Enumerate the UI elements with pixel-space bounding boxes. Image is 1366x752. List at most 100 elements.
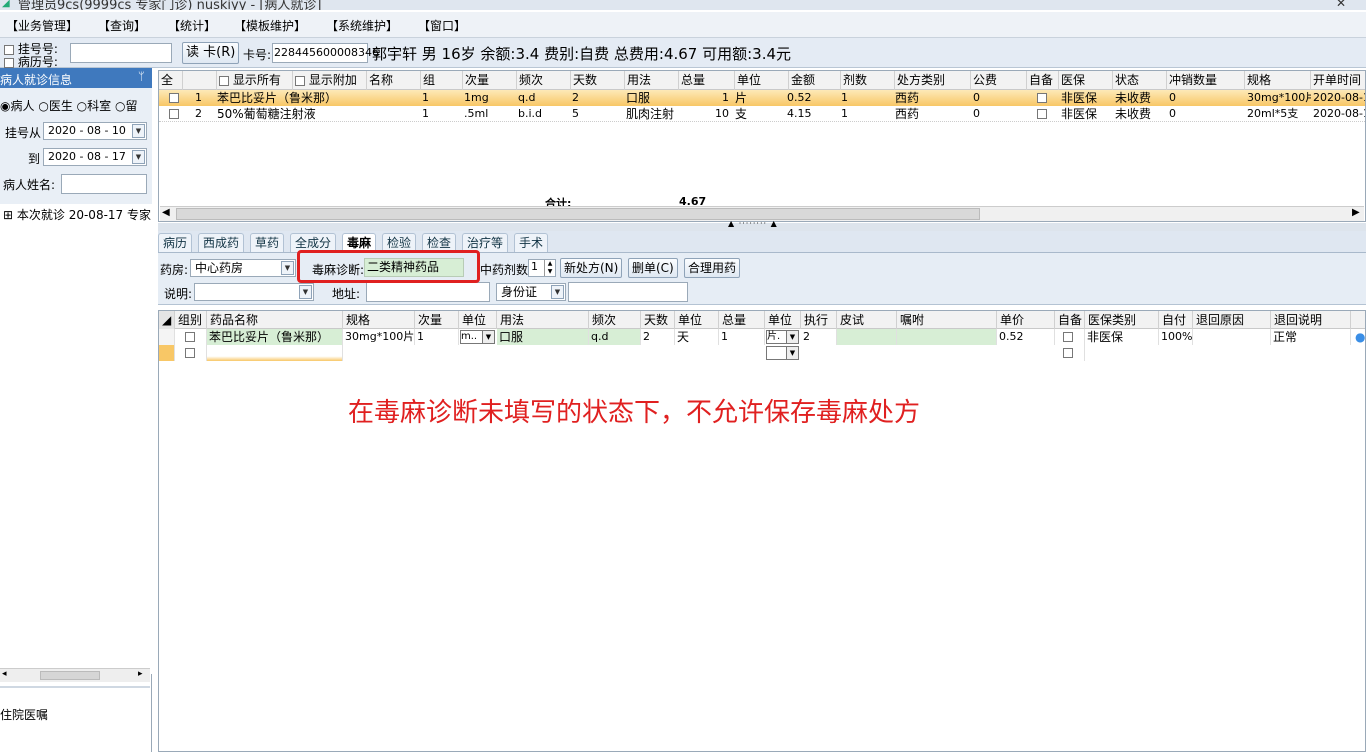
- col-unit[interactable]: 单位: [735, 71, 789, 90]
- row-checkbox[interactable]: [169, 106, 183, 122]
- chevron-down-icon[interactable]: ▼: [786, 331, 798, 343]
- table-row[interactable]: 2 50%葡萄糖注射液 1 .5ml b.i.d 5 肌肉注射 10 支 4.1…: [159, 106, 1365, 122]
- chevron-down-icon[interactable]: ▼: [299, 285, 312, 299]
- menu-window[interactable]: 【窗口】: [418, 17, 466, 34]
- col-return-note[interactable]: 退回说明: [1271, 311, 1351, 329]
- col-name[interactable]: 名称: [367, 71, 421, 90]
- radio-doctor[interactable]: ○医生: [38, 99, 73, 113]
- col-total[interactable]: 总量: [679, 71, 735, 90]
- col-usage[interactable]: 用法: [497, 311, 589, 329]
- note-select[interactable]: ▼: [194, 283, 314, 301]
- row-total[interactable]: 1: [719, 329, 765, 345]
- table-row[interactable]: 苯巴比妥片（鲁米那） 30mg*100片 1 m.. ▼ 口服 q.d 2 天 1…: [159, 329, 1365, 345]
- rational-drug-button[interactable]: 合理用药: [684, 258, 741, 278]
- id-number-input[interactable]: [568, 282, 688, 302]
- col-status[interactable]: 状态: [1113, 71, 1167, 90]
- chevron-down-icon[interactable]: ▼: [281, 261, 294, 275]
- address-input[interactable]: [366, 282, 490, 302]
- scroll-right-icon[interactable]: ▸: [138, 669, 143, 679]
- menu-query[interactable]: 【查询】: [98, 17, 146, 34]
- col-price[interactable]: 单价: [997, 311, 1055, 329]
- doses-spinner[interactable]: 1 ▲ ▼: [528, 259, 556, 277]
- row-skin-test[interactable]: [837, 329, 897, 345]
- new-prescription-button[interactable]: 新处方(N): [560, 258, 623, 278]
- table-row[interactable]: 1 苯巴比妥片（鲁米那） 1 1mg q.d 2 口服 1 片 0.52 1 西…: [159, 90, 1365, 106]
- row-drug-name[interactable]: 苯巴比妥片（鲁米那）: [207, 329, 343, 345]
- col-exec[interactable]: 执行: [801, 311, 837, 329]
- dose-unit-select[interactable]: m.. ▼: [460, 330, 495, 344]
- id-type-select[interactable]: 身份证 ▼: [496, 283, 566, 301]
- row-checkbox[interactable]: [169, 90, 183, 106]
- col-spec[interactable]: 规格: [1245, 71, 1311, 90]
- row-freq[interactable]: q.d: [589, 329, 641, 345]
- reg-from-date[interactable]: 2020 - 08 - 10 ▼: [43, 122, 147, 140]
- chevron-down-icon[interactable]: ▼: [551, 285, 564, 299]
- col-insurance[interactable]: 医保: [1059, 71, 1113, 90]
- col-public[interactable]: 公费: [971, 71, 1027, 90]
- chevron-down-icon[interactable]: ▼: [132, 150, 145, 164]
- menu-business[interactable]: 【业务管理】: [6, 17, 78, 34]
- col-group[interactable]: 组: [421, 71, 463, 90]
- chevron-down-icon[interactable]: ▼: [482, 331, 494, 343]
- expand-icon[interactable]: ⊞: [3, 208, 13, 222]
- col-self[interactable]: 自备: [1055, 311, 1085, 329]
- grip-icon[interactable]: ▲ ········ ▲: [728, 219, 778, 228]
- scroll-thumb[interactable]: [176, 208, 980, 220]
- radio-dept[interactable]: ○科室: [77, 99, 112, 113]
- total-unit-select[interactable]: 片. ▼: [766, 330, 799, 344]
- col-return-reason[interactable]: 退回原因: [1193, 311, 1271, 329]
- tab-herbal[interactable]: 草药: [250, 233, 285, 252]
- delete-prescription-button[interactable]: 删单(C): [628, 258, 678, 278]
- menu-stats[interactable]: 【统计】: [168, 17, 216, 34]
- col-spec[interactable]: 规格: [343, 311, 415, 329]
- left-scrollbar[interactable]: ◂ ▸: [0, 668, 150, 682]
- col-amount[interactable]: 金额: [789, 71, 841, 90]
- chevron-down-icon[interactable]: ▼: [786, 347, 798, 359]
- scroll-thumb[interactable]: [40, 671, 100, 680]
- col-drug-name[interactable]: 药品名称: [207, 311, 343, 329]
- row-checkbox[interactable]: [175, 345, 207, 361]
- col-freq[interactable]: 频次: [589, 311, 641, 329]
- row-self-checkbox[interactable]: [1055, 329, 1085, 345]
- row-self-checkbox[interactable]: [1037, 90, 1051, 106]
- row-days[interactable]: 2: [641, 329, 675, 345]
- reg-to-date[interactable]: 2020 - 08 - 17 ▼: [43, 148, 147, 166]
- row-self-checkbox[interactable]: [1055, 345, 1085, 361]
- col-day-unit[interactable]: 单位: [675, 311, 719, 329]
- row-checkbox[interactable]: [175, 329, 207, 345]
- col-self[interactable]: 自备: [1027, 71, 1059, 90]
- read-card-button[interactable]: 读 卡(R): [182, 42, 240, 64]
- card-no-input[interactable]: 228445600008346: [272, 43, 379, 63]
- inpatient-orders-label[interactable]: 住院医嘱: [0, 706, 48, 723]
- col-reverse[interactable]: 冲销数量: [1167, 71, 1245, 90]
- row-self-checkbox[interactable]: [1037, 106, 1051, 122]
- col-insurance-type[interactable]: 医保类别: [1085, 311, 1159, 329]
- tab-history[interactable]: 病历: [158, 233, 193, 252]
- col-skin-test[interactable]: 皮试: [837, 311, 897, 329]
- scroll-left-icon[interactable]: ◂: [2, 669, 7, 679]
- menu-template[interactable]: 【模板维护】: [234, 17, 306, 34]
- row-usage[interactable]: 口服: [497, 329, 589, 345]
- tab-surgery[interactable]: 手术: [514, 233, 549, 252]
- col-dose-unit[interactable]: 单位: [459, 311, 497, 329]
- patient-name-input[interactable]: [61, 174, 147, 194]
- col-total[interactable]: 总量: [719, 311, 765, 329]
- table-row[interactable]: ▼: [159, 345, 1365, 361]
- record-no-checkbox[interactable]: [4, 57, 14, 68]
- col-doses[interactable]: 剂数: [841, 71, 895, 90]
- spinner-icon[interactable]: ▲ ▼: [544, 260, 555, 276]
- tab-western[interactable]: 西成药: [198, 233, 245, 252]
- close-button[interactable]: ✕: [1326, 0, 1356, 10]
- row-instruction[interactable]: [897, 329, 997, 345]
- col-group[interactable]: 组别: [175, 311, 207, 329]
- reg-no-input[interactable]: [70, 43, 172, 63]
- scroll-right-icon[interactable]: ▶: [1352, 207, 1360, 218]
- col-self-pay[interactable]: 自付: [1159, 311, 1193, 329]
- splitter[interactable]: ▲ ········ ▲: [158, 219, 1366, 231]
- row-exec[interactable]: 2: [801, 329, 837, 345]
- radio-stay[interactable]: ○留: [115, 99, 138, 113]
- pharmacy-select[interactable]: 中心药房 ▼: [190, 259, 296, 277]
- col-total-unit[interactable]: 单位: [765, 311, 801, 329]
- chevron-down-icon[interactable]: ▼: [132, 124, 145, 138]
- show-extra-toggle[interactable]: 显示附加: [293, 71, 367, 90]
